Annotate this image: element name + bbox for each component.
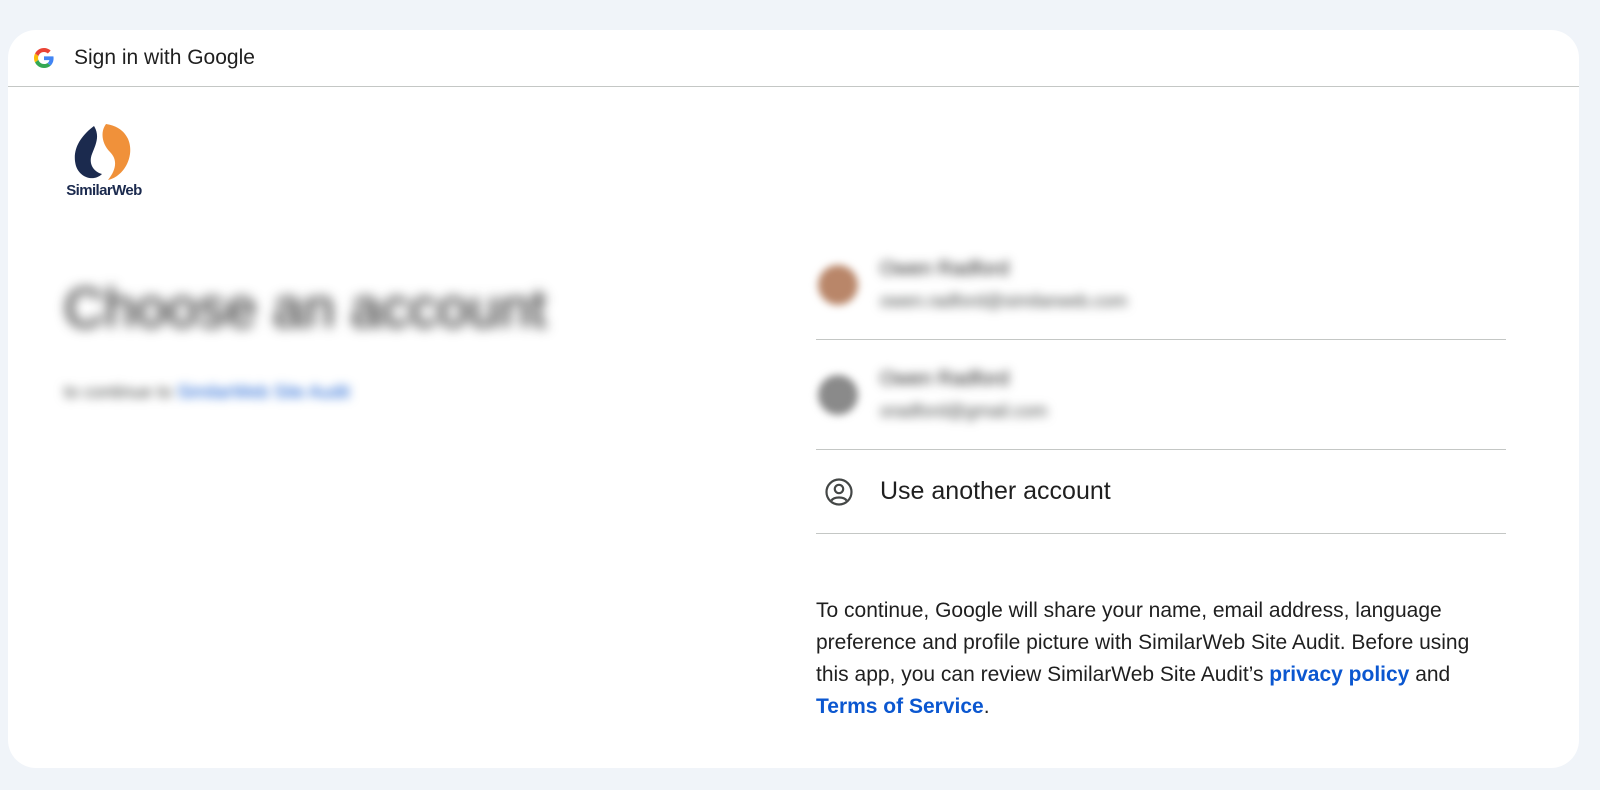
subtitle: to continue to SimilarWeb Site Audit <box>64 382 350 403</box>
account-email: oradford@gmail.com <box>880 400 1048 421</box>
account-item[interactable]: Owen Radford owen.radford@similarweb.com <box>816 230 1506 340</box>
disclaimer-end: . <box>983 695 990 718</box>
disclaimer-and: and <box>1409 663 1451 686</box>
use-another-account-button[interactable]: Use another account <box>816 450 1506 534</box>
account-email: owen.radford@similarweb.com <box>880 290 1128 311</box>
account-list: Owen Radford owen.radford@similarweb.com… <box>816 230 1506 534</box>
account-name: Owen Radford <box>880 257 1009 280</box>
dialog-header: Sign in with Google <box>8 30 1579 87</box>
google-g-icon <box>34 48 54 68</box>
page-title: Choose an account <box>64 276 547 339</box>
use-another-account-label: Use another account <box>880 477 1111 505</box>
logo-wordmark: SimilarWeb <box>66 182 142 199</box>
avatar <box>818 264 858 305</box>
person-circle-icon <box>824 477 854 507</box>
account-info: Owen Radford oradford@gmail.com <box>880 368 1047 422</box>
app-name-link[interactable]: SimilarWeb Site Audit <box>177 382 350 402</box>
account-info: Owen Radford owen.radford@similarweb.com <box>880 258 1127 312</box>
header-title: Sign in with Google <box>74 46 255 69</box>
sign-in-card: Sign in with Google SimilarWeb Choose an… <box>8 30 1579 768</box>
subtitle-prefix: to continue to <box>64 382 178 402</box>
privacy-policy-link[interactable]: privacy policy <box>1269 663 1409 686</box>
similarweb-logo: SimilarWeb <box>64 122 144 204</box>
terms-of-service-link[interactable]: Terms of Service <box>816 695 984 718</box>
account-name: Owen Radford <box>880 367 1009 390</box>
consent-disclaimer: To continue, Google will share your name… <box>816 595 1506 723</box>
avatar <box>818 374 858 415</box>
account-item[interactable]: Owen Radford oradford@gmail.com <box>816 340 1506 450</box>
